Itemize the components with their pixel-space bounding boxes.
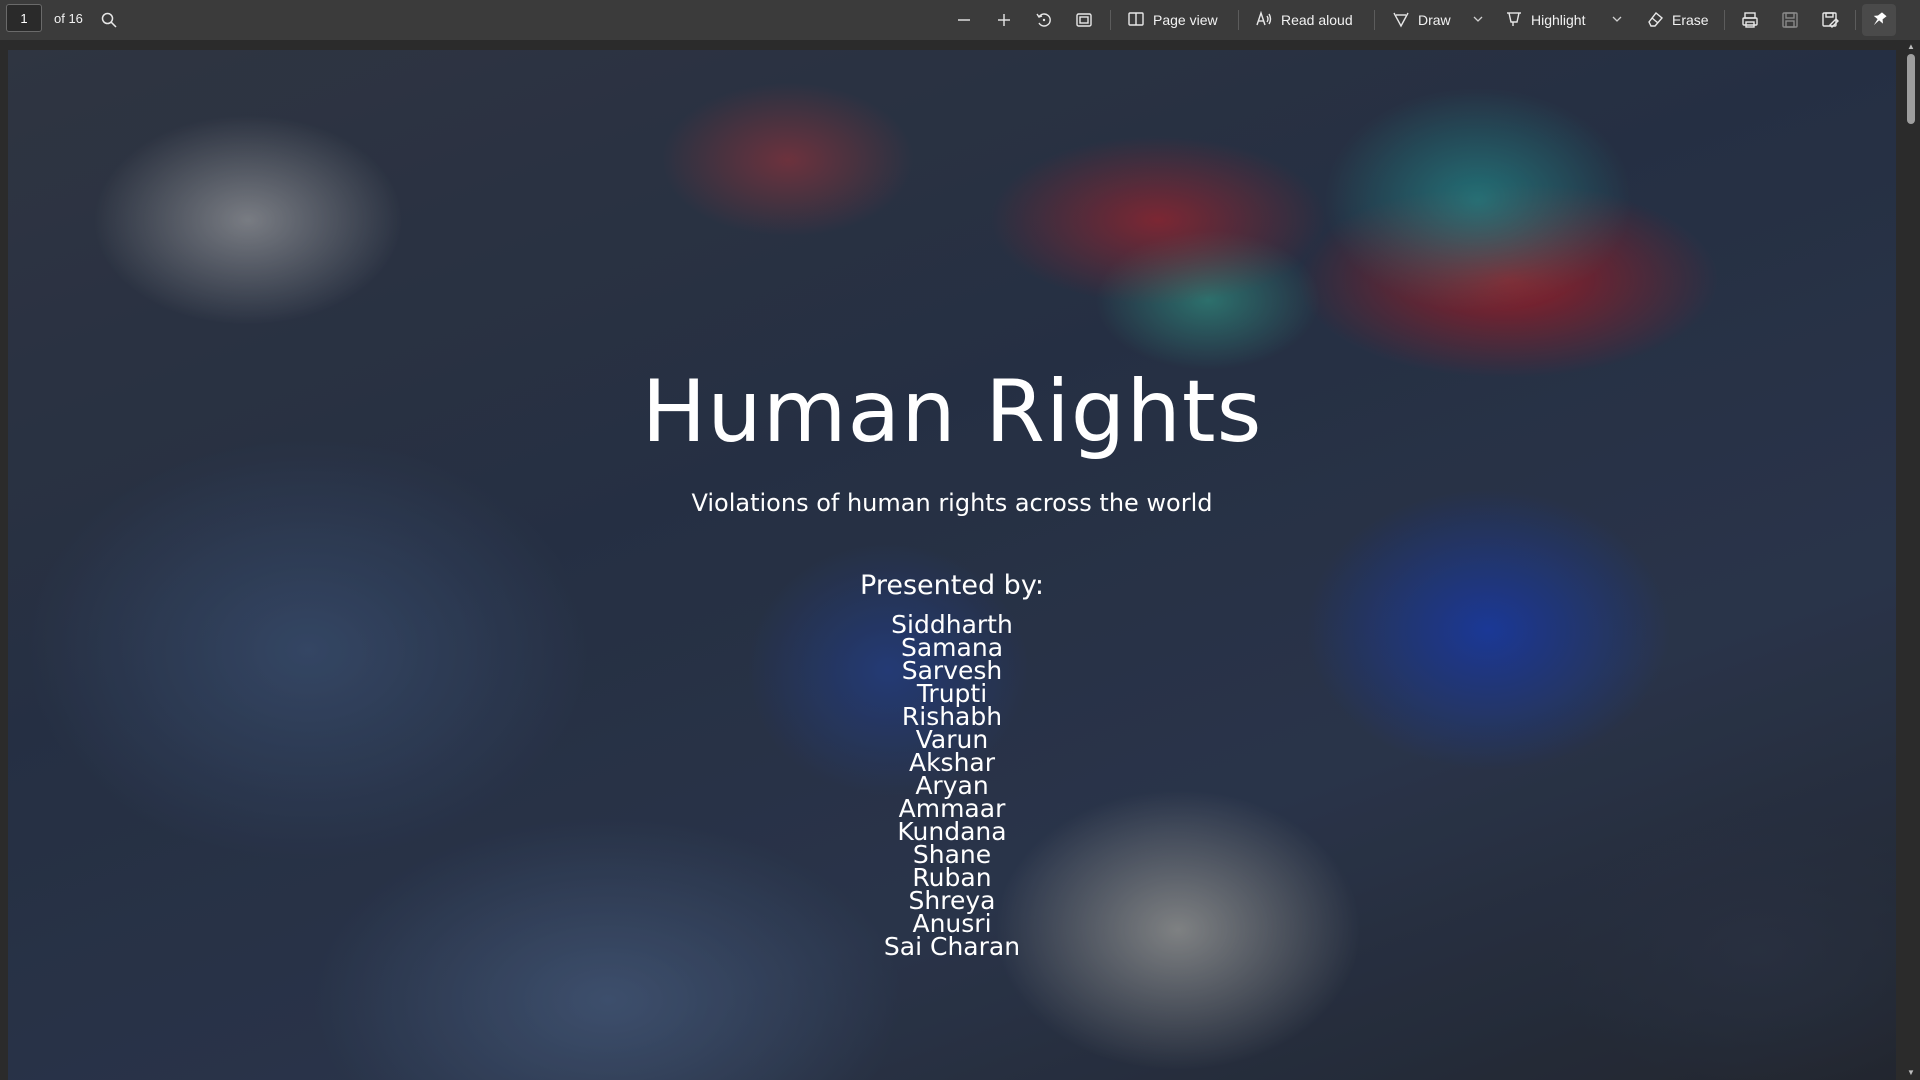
slide-title: Human Rights [641,362,1263,462]
page-view-button[interactable]: Page view [1127,6,1218,34]
highlight-icon [1505,10,1523,31]
read-aloud-icon [1255,10,1273,31]
presented-by-heading: Presented by: [860,570,1044,601]
slide-page: Human Rights Violations of human rights … [8,50,1896,1080]
save-as-icon[interactable] [1818,8,1842,32]
presenter-name: Sai Charan [883,932,1021,961]
read-aloud-label: Read aloud [1281,12,1353,28]
toolbar-divider [1110,10,1111,30]
eraser-icon [1646,10,1664,31]
vertical-scrollbar[interactable]: ▲ ▼ [1902,40,1920,1080]
pdf-toolbar: 1 of 16 Page view Read aloud Draw Highli… [0,0,1920,40]
zoom-out-icon[interactable] [952,8,976,32]
scroll-up-arrow-icon[interactable]: ▲ [1906,42,1916,52]
print-icon[interactable] [1738,8,1762,32]
fit-to-page-icon[interactable] [1072,8,1096,32]
toolbar-divider [1724,10,1725,30]
scroll-down-arrow-icon[interactable]: ▼ [1906,1068,1916,1078]
toolbar-divider [1374,10,1375,30]
toolbar-divider [1855,10,1856,30]
slide-subtitle: Violations of human rights across the wo… [691,489,1213,517]
page-count-label: of 16 [54,11,83,26]
highlight-options-chevron-down-icon[interactable] [1610,12,1624,26]
draw-icon [1392,10,1410,31]
zoom-in-icon[interactable] [992,8,1016,32]
highlight-label: Highlight [1531,12,1586,28]
search-icon[interactable] [97,8,121,32]
pin-icon [1870,10,1888,31]
presenter-names-list: Siddharth Samana Sarvesh Trupti Rishabh … [8,612,1896,961]
rotate-icon[interactable] [1032,8,1056,32]
scrollbar-thumb[interactable] [1907,54,1915,124]
erase-button[interactable]: Erase [1646,6,1709,34]
page-view-label: Page view [1153,12,1218,28]
draw-options-chevron-down-icon[interactable] [1471,12,1485,26]
save-icon[interactable] [1778,8,1802,32]
draw-button[interactable]: Draw [1392,6,1451,34]
page-view-icon [1127,10,1145,31]
highlight-button[interactable]: Highlight [1505,6,1585,34]
erase-label: Erase [1672,12,1709,28]
document-viewport[interactable]: Human Rights Violations of human rights … [0,40,1920,1080]
page-number-input[interactable]: 1 [6,4,42,32]
pin-toolbar-button[interactable] [1862,4,1896,36]
toolbar-divider [1238,10,1239,30]
slide-content: Human Rights Violations of human rights … [8,50,1896,1080]
draw-label: Draw [1418,12,1451,28]
read-aloud-button[interactable]: Read aloud [1255,6,1353,34]
